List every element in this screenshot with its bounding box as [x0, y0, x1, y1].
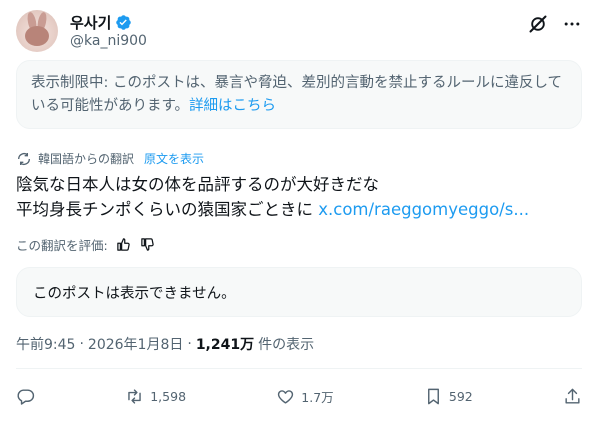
meta-separator: · — [79, 336, 84, 352]
author-name-row: 우사기 — [70, 12, 132, 33]
post-url-link[interactable]: x.com/raeggomyeggo/s... — [318, 200, 529, 219]
post-header: 우사기 @ka_ni900 — [16, 10, 582, 54]
like-icon — [278, 389, 294, 404]
quoted-post-text: このポストは表示できません。 — [33, 285, 236, 302]
rate-translation: この翻訳を評価: — [16, 235, 156, 254]
repost-button[interactable]: 1,598 — [125, 387, 186, 406]
share-button[interactable] — [563, 387, 582, 406]
thumbs-up-icon[interactable] — [116, 237, 132, 253]
bookmark-count: 592 — [448, 388, 473, 404]
post-line-2-text: 平均身長チンポくらいの猿国家ごときに — [16, 200, 313, 219]
post-time[interactable]: 午前9:45 — [16, 334, 75, 354]
action-bar: 1,598 1.7万 592 — [16, 380, 582, 412]
more-icon[interactable] — [562, 14, 582, 34]
verified-badge-icon — [116, 15, 132, 30]
restriction-notice: 表示制限中: このポストは、暴言や脅迫、差別的言動を禁止するルールに違反している… — [16, 60, 582, 129]
quoted-post-unavailable: このポストは表示できません。 — [16, 267, 582, 317]
divider — [16, 368, 582, 369]
show-original-link[interactable]: 原文を表示 — [144, 150, 204, 167]
meta-separator-2: · — [187, 336, 192, 352]
bookmark-icon — [427, 388, 439, 404]
avatar[interactable] — [16, 10, 58, 52]
repost-count: 1,598 — [150, 388, 187, 404]
thumbs-down-icon[interactable] — [140, 237, 156, 253]
grok-icon[interactable] — [528, 14, 548, 34]
notice-details-link[interactable]: 詳細はこちら — [189, 98, 276, 114]
post-body: 陰気な日本人は女の体を品評するのが大好きだな 平均身長チンポくらいの猿国家ごとき… — [16, 172, 582, 222]
translate-icon — [18, 152, 30, 165]
post-line-2: 平均身長チンポくらいの猿国家ごときに x.com/raeggomyeggo/s.… — [16, 197, 582, 222]
rate-translation-label: この翻訳を評価: — [16, 238, 108, 253]
post-date[interactable]: 2026年1月8日 — [88, 334, 183, 354]
reply-button[interactable] — [16, 387, 35, 406]
bookmark-button[interactable]: 592 — [424, 387, 473, 406]
notice-text: 表示制限中: このポストは、暴言や脅迫、差別的言動を禁止するルールに違反している… — [31, 75, 563, 114]
translation-bar: 韓国語からの翻訳 原文を表示 — [16, 150, 204, 167]
post-line-1: 陰気な日本人は女の体を品評するのが大好きだな — [16, 175, 379, 194]
translation-label: 韓国語からの翻訳 — [38, 152, 135, 166]
handle[interactable]: @ka_ni900 — [70, 33, 147, 49]
views-label: 件の表示 — [258, 337, 315, 353]
display-name[interactable]: 우사기 — [70, 12, 111, 33]
like-count: 1.7万 — [301, 389, 334, 405]
reply-icon — [17, 388, 35, 405]
views-count: 1,241万 — [195, 337, 255, 353]
like-button[interactable]: 1.7万 — [276, 387, 334, 406]
repost-icon — [128, 388, 141, 404]
header-actions — [528, 14, 582, 34]
post-meta: 午前9:45 · 2026年1月8日 · 1,241万 件の表示 — [16, 334, 314, 354]
share-icon — [565, 388, 580, 404]
